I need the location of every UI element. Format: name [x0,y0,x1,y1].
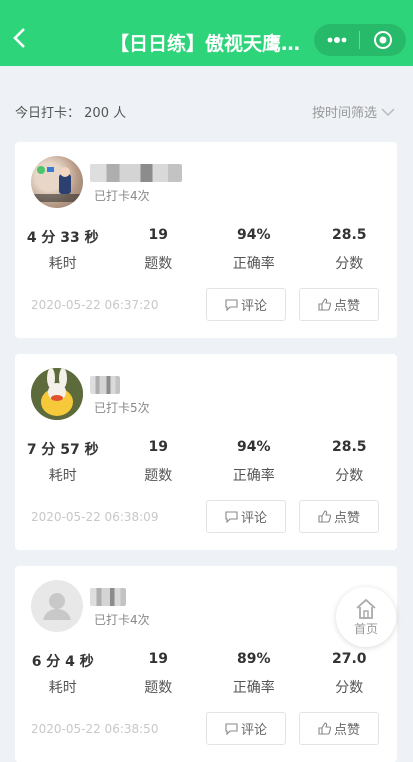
more-button[interactable] [314,24,359,56]
like-button[interactable]: 点赞 [299,288,379,321]
score-value: 28.5 [331,439,367,455]
close-program-button[interactable] [360,24,406,56]
time-filter[interactable]: 按时间筛选 [312,102,395,121]
thumbs-up-icon [318,298,331,311]
stat-score: 27.0 分数 [302,651,398,697]
username-blurred [90,376,120,394]
summary-count: 200 人 [84,106,127,121]
comment-label: 评论 [240,511,267,526]
comment-button[interactable]: 评论 [206,500,286,533]
stat-accuracy: 94% 正确率 [206,439,302,485]
comment-label: 评论 [240,299,267,314]
stats-row: 6 分 4 秒 耗时 19 题数 89% 正确率 27.0 分数 [15,651,397,697]
comment-label: 评论 [240,723,267,738]
comment-icon [225,722,238,735]
time-value: 4 分 33 秒 [26,230,99,246]
default-avatar-icon [43,593,71,620]
checkin-card: 已打卡4次 4 分 33 秒 耗时 19 题数 94% 正确率 28.5 分数 … [15,142,397,338]
avatar [31,580,83,632]
checkin-summary: 今日打卡： 200 人 [15,102,126,121]
home-icon [356,598,376,619]
like-label: 点赞 [333,299,360,314]
time-value: 6 分 4 秒 [31,654,94,670]
home-label: 首页 [353,621,378,636]
chevron-left-icon [13,28,25,48]
user-photo-icon [31,368,83,420]
back-button[interactable] [10,26,30,50]
stat-time: 4 分 33 秒 耗时 [15,227,111,273]
like-label: 点赞 [333,511,360,526]
accuracy-value: 89% [236,651,271,667]
score-value: 28.5 [331,227,367,243]
checkin-card: 已打卡5次 7 分 57 秒 耗时 19 题数 94% 正确率 28.5 分数 … [15,354,397,550]
stat-score: 28.5 分数 [302,439,398,485]
mini-program-capsule [314,24,406,56]
thumbs-up-icon [318,722,331,735]
questions-value: 19 [148,439,168,455]
thumbs-up-icon [318,510,331,523]
username-blurred [90,164,182,182]
stat-questions: 19 题数 [111,439,207,485]
time-label: 耗时 [48,680,77,696]
checkin-count: 已打卡4次 [94,613,150,627]
comment-icon [225,510,238,523]
time-label: 耗时 [48,468,77,484]
summary-label: 今日打卡： [15,106,81,121]
stat-accuracy: 94% 正确率 [206,227,302,273]
nav-bar: 【日日练】傲视天鹰西… [0,0,413,66]
comment-icon [225,298,238,311]
user-photo-icon [34,166,80,202]
questions-label: 题数 [144,680,173,696]
avatar [31,156,83,208]
time-value: 7 分 57 秒 [26,442,99,458]
time-label: 耗时 [48,256,77,272]
accuracy-value: 94% [236,439,271,455]
accuracy-label: 正确率 [232,468,275,484]
timestamp: 2020-05-22 06:38:50 [31,722,159,736]
page-title: 【日日练】傲视天鹰西… [110,33,310,55]
filter-label: 按时间筛选 [311,106,377,121]
score-value: 27.0 [331,651,367,667]
accuracy-value: 94% [236,227,271,243]
checkin-count: 已打卡4次 [94,189,150,203]
checkin-count: 已打卡5次 [94,401,150,415]
stat-questions: 19 题数 [111,227,207,273]
score-label: 分数 [335,468,364,484]
score-label: 分数 [335,256,364,272]
stats-row: 7 分 57 秒 耗时 19 题数 94% 正确率 28.5 分数 [15,439,397,485]
avatar [31,368,83,420]
timestamp: 2020-05-22 06:37:20 [31,298,159,312]
questions-label: 题数 [144,256,173,272]
comment-button[interactable]: 评论 [206,712,286,745]
stat-time: 7 分 57 秒 耗时 [15,439,111,485]
stat-score: 28.5 分数 [302,227,398,273]
like-button[interactable]: 点赞 [299,712,379,745]
stats-row: 4 分 33 秒 耗时 19 题数 94% 正确率 28.5 分数 [15,227,397,273]
stat-accuracy: 89% 正确率 [206,651,302,697]
score-label: 分数 [335,680,364,696]
home-button[interactable]: 首页 [336,587,396,647]
like-label: 点赞 [333,723,360,738]
questions-label: 题数 [144,468,173,484]
accuracy-label: 正确率 [232,680,275,696]
accuracy-label: 正确率 [232,256,275,272]
like-button[interactable]: 点赞 [299,500,379,533]
target-icon [374,31,392,49]
chevron-down-icon [381,107,395,116]
username-blurred [90,588,126,606]
questions-value: 19 [148,227,168,243]
more-dots-icon [327,37,346,43]
comment-button[interactable]: 评论 [206,288,286,321]
stat-questions: 19 题数 [111,651,207,697]
questions-value: 19 [148,651,168,667]
stat-time: 6 分 4 秒 耗时 [15,651,111,697]
timestamp: 2020-05-22 06:38:09 [31,510,159,524]
checkin-card: 已打卡4次 6 分 4 秒 耗时 19 题数 89% 正确率 27.0 分数 2… [15,566,397,762]
